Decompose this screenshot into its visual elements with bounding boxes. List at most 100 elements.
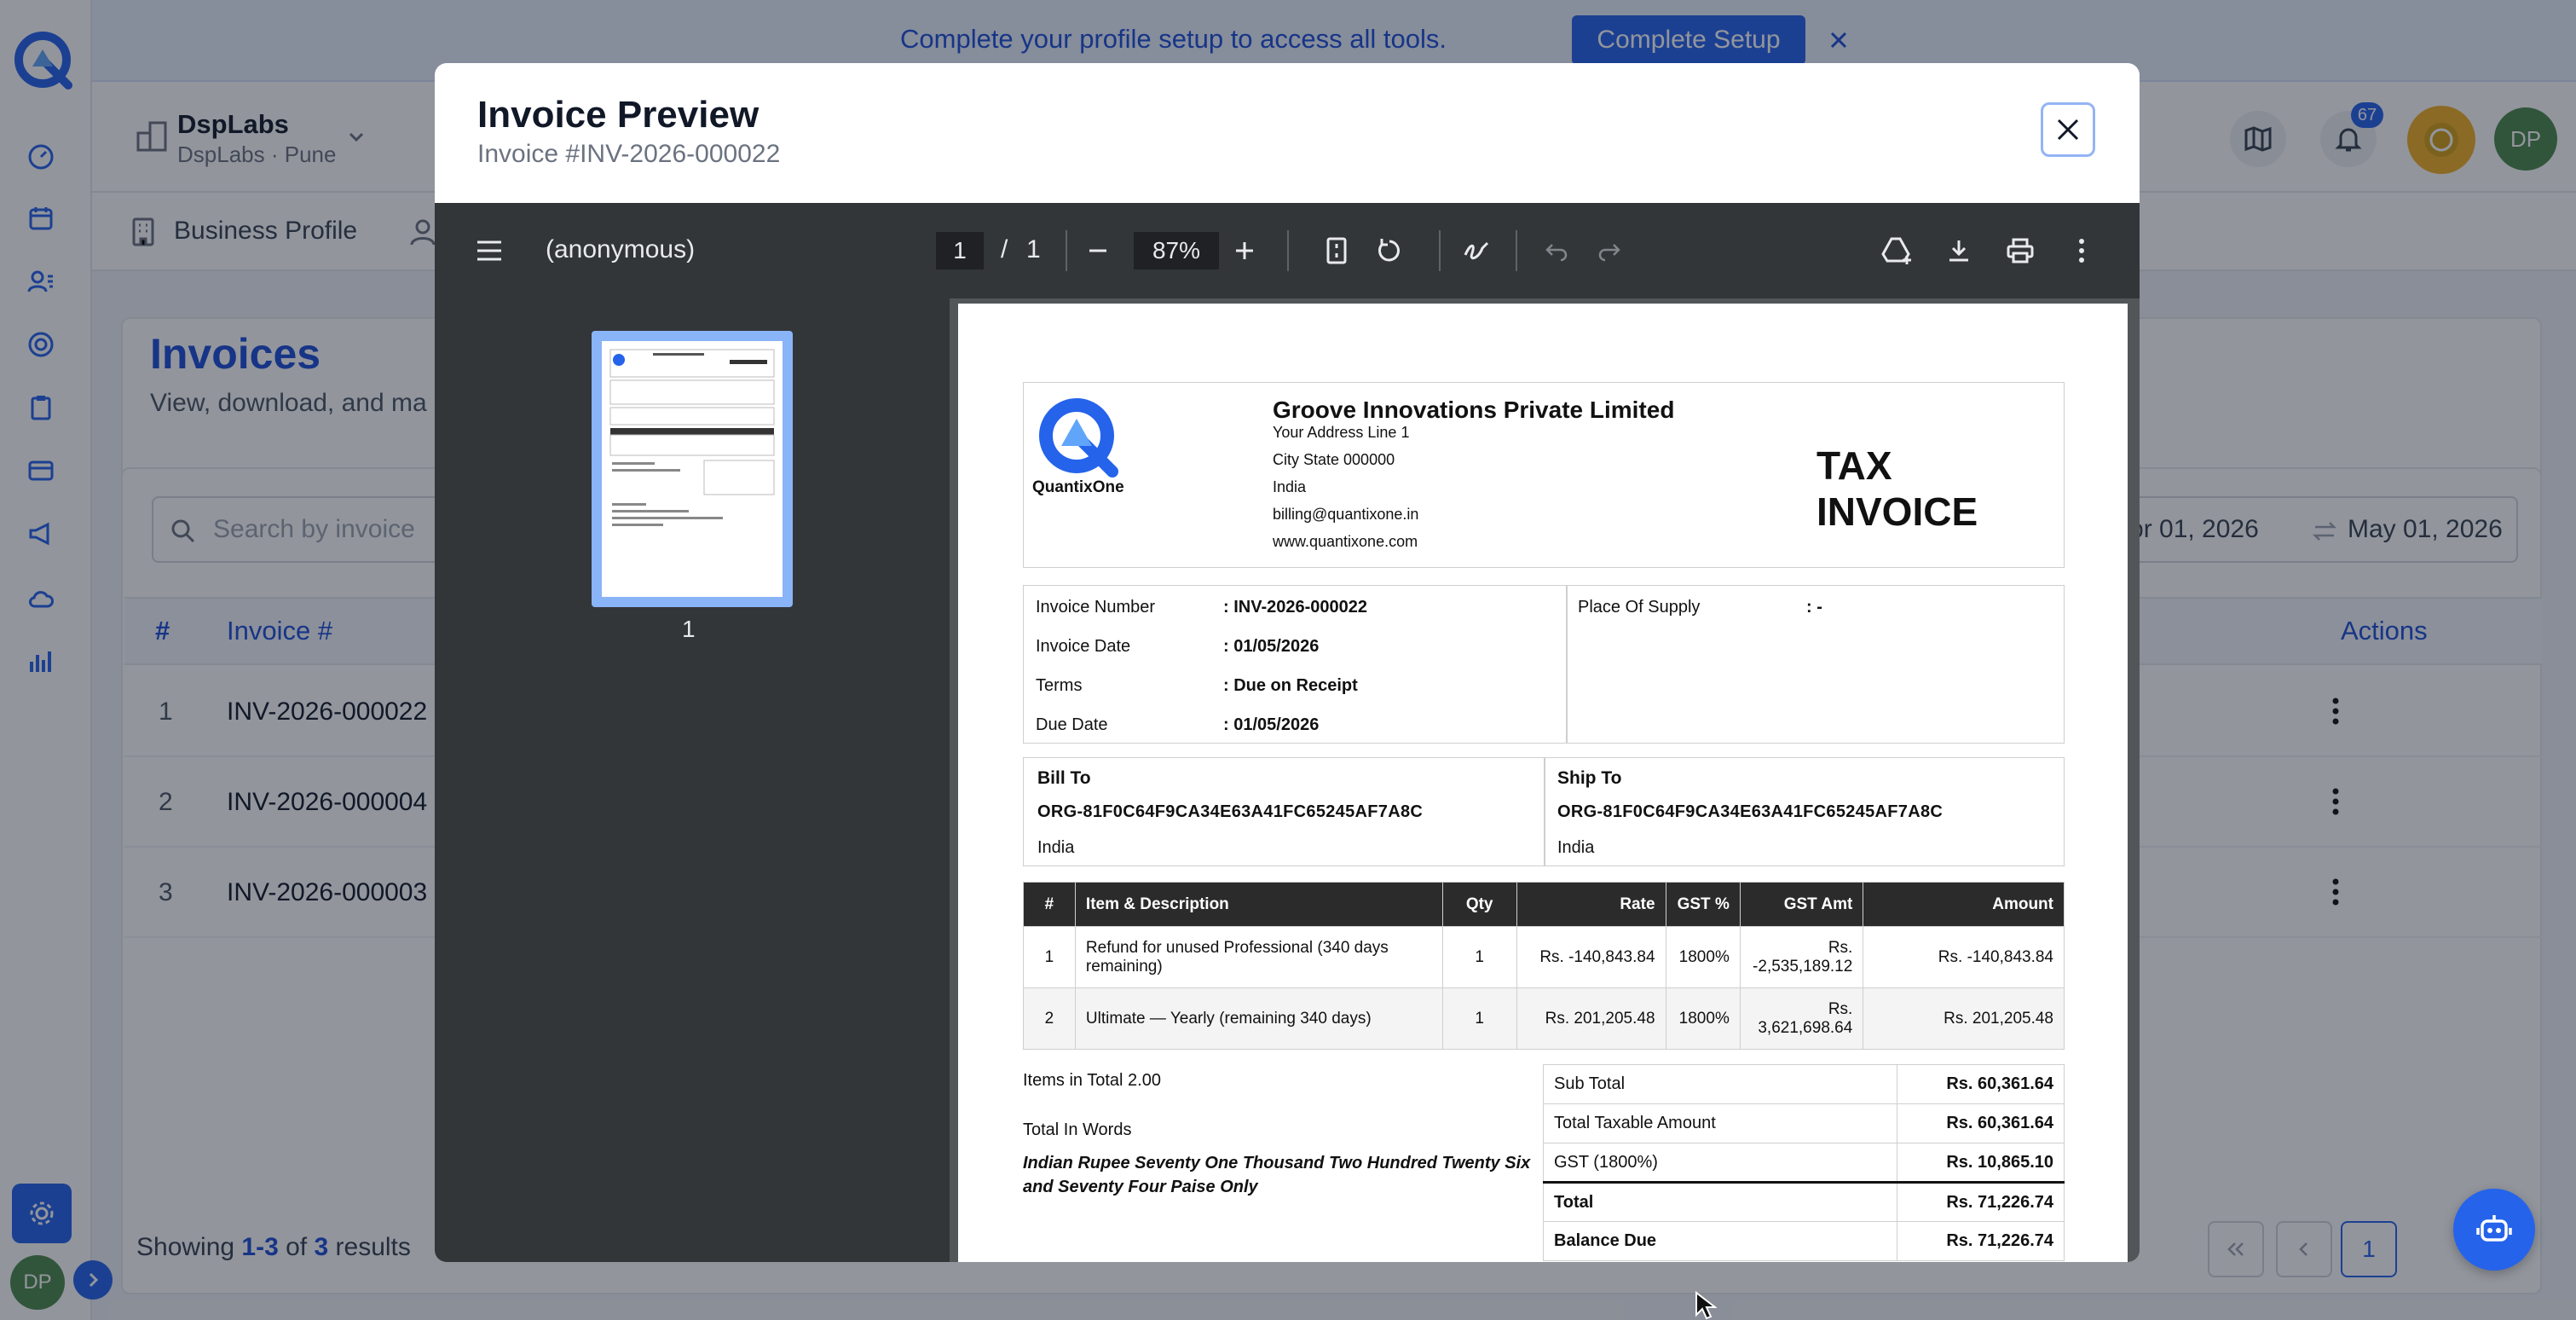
item-qty: 1 [1441, 926, 1517, 988]
meta-value: : Due on Receipt [1223, 676, 1358, 695]
meta-label: Invoice Number [1036, 598, 1156, 617]
mouse-cursor-icon [1695, 1291, 1717, 1320]
toolbar-divider [1066, 230, 1067, 271]
totals-row-total: Total Rs. 71,226.74 [1543, 1181, 2065, 1222]
item-rate: Rs. -140,843.84 [1516, 926, 1666, 988]
totals-label: Total [1543, 1181, 1897, 1222]
download-button[interactable] [1940, 232, 1978, 269]
ship-to-heading: Ship To [1557, 768, 1622, 788]
redo-icon [1598, 244, 1620, 262]
invoice-header-box: QuantixOne Groove Innovations Private Li… [1023, 382, 2065, 568]
toolbar-divider [1439, 230, 1441, 271]
bill-to-heading: Bill To [1037, 768, 1091, 788]
zoom-level-input[interactable]: 87% [1134, 232, 1219, 269]
totals-value: Rs. 71,226.74 [1897, 1181, 2065, 1222]
meta-label: Invoice Date [1036, 637, 1131, 656]
bill-to-org: ORG-81F0C64F9CA34E63A41FC65245AF7A8C [1037, 802, 1424, 821]
address-line: Your Address Line 1 [1273, 424, 1410, 441]
invoice-page: QuantixOne Groove Innovations Private Li… [958, 304, 2128, 1262]
robot-icon [2476, 1215, 2512, 1242]
pdf-toolbar: (anonymous) 1 / 1 87% [435, 203, 2140, 298]
address-box: Bill To ORG-81F0C64F9CA34E63A41FC65245AF… [1023, 757, 2065, 866]
item-amount: Rs. 201,205.48 [1863, 987, 2065, 1050]
zoom-in-button[interactable] [1226, 232, 1263, 269]
menu-icon[interactable] [472, 234, 506, 268]
thumbnail-page-number: 1 [682, 616, 696, 642]
annotate-button[interactable] [1458, 232, 1495, 269]
item-description: Refund for unused Professional (340 days… [1074, 926, 1443, 988]
fit-page-button[interactable] [1318, 232, 1355, 269]
col-rate: Rate [1516, 882, 1666, 927]
draw-icon [1464, 241, 1489, 260]
totals-row-balance: Balance Due Rs. 71,226.74 [1543, 1221, 2065, 1261]
totals-label: Total Taxable Amount [1543, 1103, 1897, 1143]
rotate-button[interactable] [1371, 232, 1408, 269]
zoom-out-button[interactable] [1079, 232, 1117, 269]
col-description: Item & Description [1074, 882, 1443, 927]
totals-label: Balance Due [1543, 1221, 1897, 1261]
totals-row: Total Taxable Amount Rs. 60,361.64 [1543, 1103, 2065, 1143]
line-item-row: 1 Refund for unused Professional (340 da… [1023, 926, 2065, 988]
thumbnail-preview-graphic [609, 349, 775, 526]
col-qty: Qty [1441, 882, 1517, 927]
col-num: # [1023, 882, 1076, 927]
download-icon [1949, 240, 1968, 262]
page-number-input[interactable]: 1 [936, 232, 984, 269]
place-of-supply-label: Place Of Supply [1578, 598, 1701, 617]
totals-table: Sub Total Rs. 60,361.64 Total Taxable Am… [1543, 1064, 2065, 1261]
more-options-button[interactable] [2063, 232, 2100, 269]
item-num: 1 [1023, 926, 1076, 988]
totals-value: Rs. 71,226.74 [1897, 1221, 2065, 1261]
page-separator: / [1001, 235, 1008, 263]
item-gst-amt: Rs. 3,621,698.64 [1739, 987, 1864, 1050]
pdf-page-area: QuantixOne Groove Innovations Private Li… [950, 298, 2140, 1262]
line-items-table: # Item & Description Qty Rate GST % GST … [1023, 882, 2065, 1050]
meta-label: Terms [1036, 676, 1083, 695]
modal-title: Invoice Preview [477, 94, 760, 136]
email-line: billing@quantixone.in [1273, 506, 1419, 523]
col-gst-pct: GST % [1665, 882, 1741, 927]
address-line: City State 000000 [1273, 451, 1395, 468]
document-title: TAX INVOICE [1816, 443, 1978, 534]
drive-add-icon [1881, 237, 1911, 264]
meta-value: : 01/05/2026 [1223, 637, 1320, 656]
invoice-meta-box: Invoice Number : INV-2026-000022 Invoice… [1023, 585, 2065, 744]
item-qty: 1 [1441, 987, 1517, 1050]
modal-subtitle: Invoice #INV-2026-000022 [477, 140, 781, 168]
item-amount: Rs. -140,843.84 [1863, 926, 2065, 988]
close-icon [2057, 119, 2079, 141]
undo-icon [1545, 244, 1568, 262]
add-to-drive-button[interactable] [1879, 232, 1916, 269]
address-line: India [1273, 478, 1307, 495]
totals-row: Sub Total Rs. 60,361.64 [1543, 1064, 2065, 1104]
items-in-total: Items in Total 2.00 [1023, 1071, 1161, 1090]
totals-value: Rs. 60,361.64 [1897, 1103, 2065, 1143]
redo-button[interactable] [1591, 232, 1628, 269]
chatbot-button[interactable] [2453, 1189, 2535, 1271]
logo-text: QuantixOne [1032, 478, 1124, 496]
company-logo [1039, 398, 1118, 478]
col-gst-amt: GST Amt [1739, 882, 1864, 927]
pdf-document-name: (anonymous) [546, 235, 696, 263]
item-gst-pct: 1800% [1665, 987, 1741, 1050]
meta-value: : INV-2026-000022 [1223, 598, 1368, 617]
modal-close-button[interactable] [2041, 102, 2095, 157]
line-items-header: # Item & Description Qty Rate GST % GST … [1023, 882, 2065, 927]
divider [1566, 586, 1568, 743]
kebab-menu-icon [2079, 239, 2084, 263]
total-pages: 1 [1026, 235, 1041, 263]
totals-label: GST (1800%) [1543, 1143, 1897, 1183]
pdf-viewer: (anonymous) 1 / 1 87% 1 QuantixOne Groov… [435, 203, 2140, 1262]
totals-value: Rs. 60,361.64 [1897, 1064, 2065, 1104]
print-button[interactable] [2001, 232, 2039, 269]
page-thumbnail[interactable] [592, 331, 793, 607]
divider [1544, 758, 1545, 866]
total-in-words: Indian Rupee Seventy One Thousand Two Hu… [1023, 1154, 1531, 1196]
toolbar-divider [1287, 230, 1289, 271]
toolbar-divider [1516, 230, 1517, 271]
item-gst-amt: Rs. -2,535,189.12 [1739, 926, 1864, 988]
fit-to-page-icon [1326, 237, 1347, 264]
minus-icon [1089, 249, 1106, 252]
undo-button[interactable] [1538, 232, 1575, 269]
line-item-row: 2 Ultimate — Yearly (remaining 340 days)… [1023, 987, 2065, 1050]
